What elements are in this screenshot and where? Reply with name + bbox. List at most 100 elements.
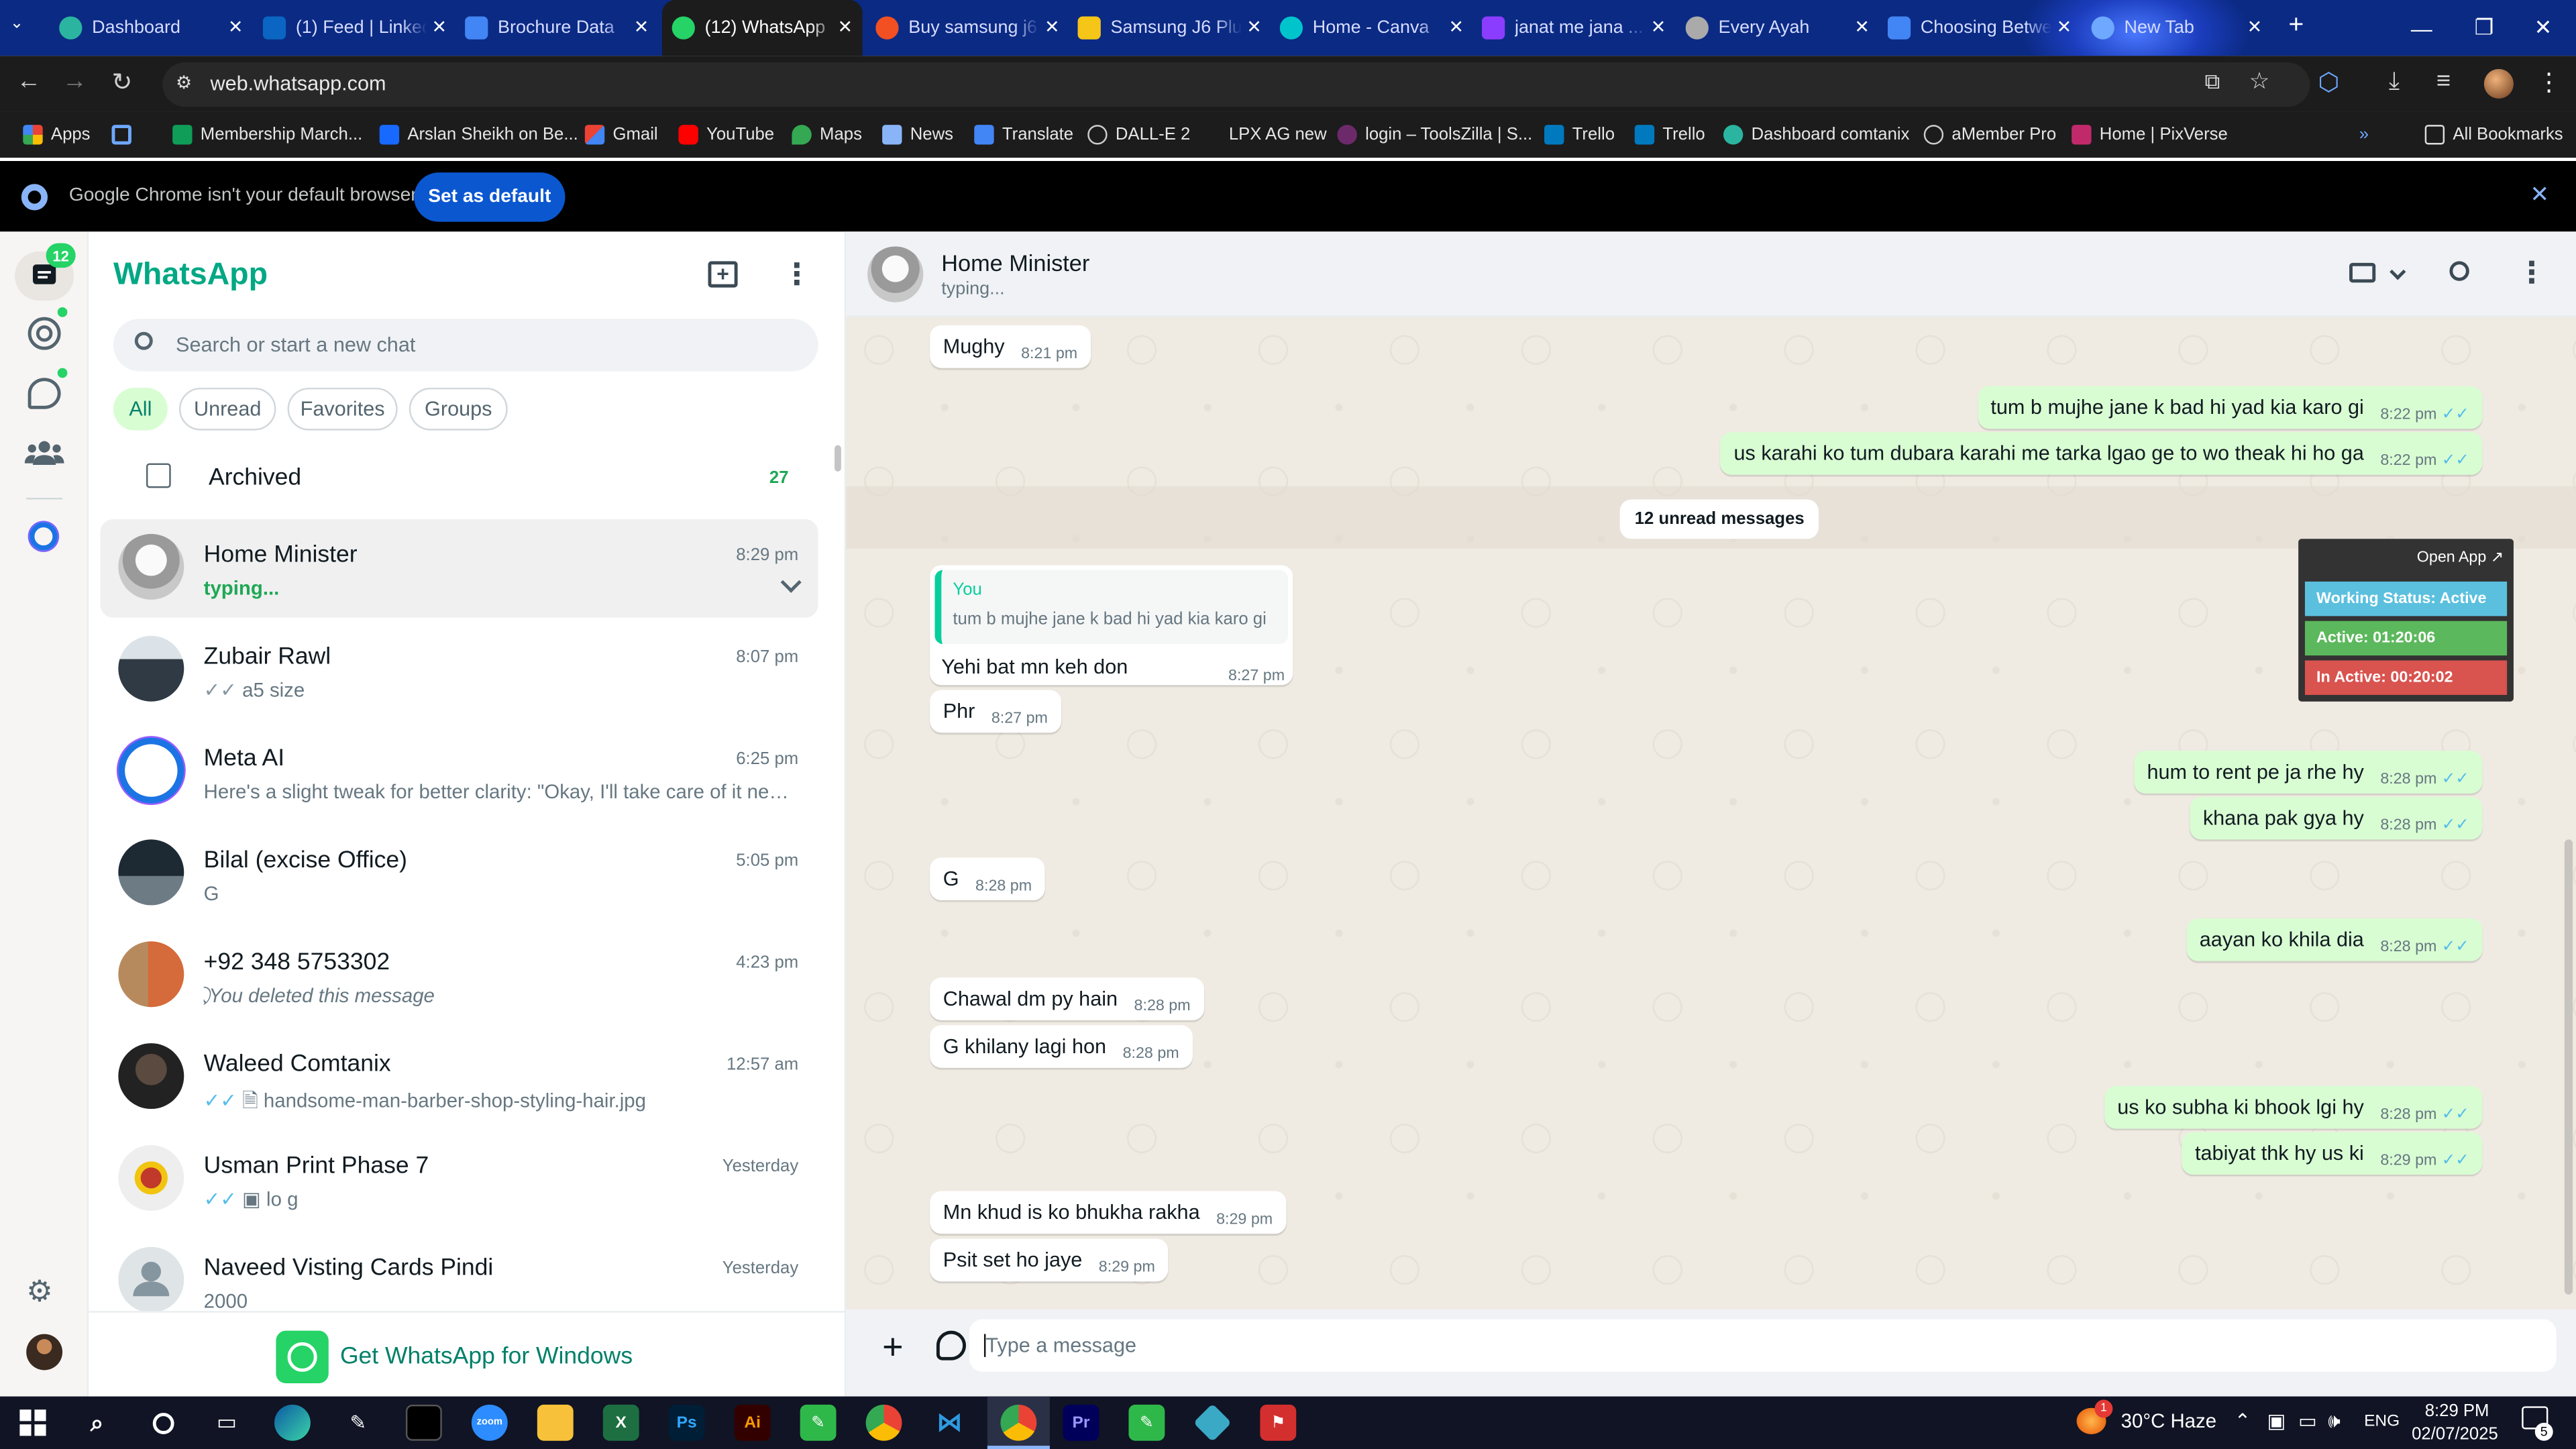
language-indicator[interactable]: ENG (2364, 1413, 2400, 1431)
tab-choosing[interactable]: Choosing Between✕ (1887, 0, 2082, 56)
bookmark-grid-icon[interactable] (111, 121, 140, 148)
sticker-emoji-icon[interactable] (936, 1330, 967, 1360)
bookmark-amember[interactable]: aMember Pro (1923, 121, 2056, 148)
message-outgoing[interactable]: hum to rent pe ja rhe hy 8:28 pm ✓✓ (2133, 751, 2483, 794)
close-tab-icon[interactable]: ✕ (634, 16, 649, 38)
restore-button[interactable]: ❐ (2451, 0, 2517, 56)
chat-item-home-minister[interactable]: Home Minister 8:29 pm typing... (100, 519, 818, 618)
close-tab-icon[interactable]: ✕ (1246, 16, 1262, 38)
tab-dashboard[interactable]: Dashboard ✕ (59, 0, 253, 56)
chat-scrollbar[interactable] (2564, 839, 2573, 1295)
illustrator-icon[interactable]: Ai (734, 1404, 771, 1441)
message-outgoing[interactable]: us karahi ko tum dubara karahi me tarka … (1720, 432, 2483, 475)
bookmark-news[interactable]: News (882, 121, 953, 148)
network-icon[interactable]: ▭ (2298, 1409, 2317, 1432)
pen-tool-icon[interactable]: ✎ (340, 1405, 376, 1441)
set-as-default-button[interactable]: Set as default (414, 172, 566, 222)
close-tab-icon[interactable]: ✕ (2057, 16, 2072, 38)
contact-avatar[interactable] (867, 246, 924, 303)
message-outgoing[interactable]: tabiyat thk hy us ki 8:29 pm ✓✓ (2182, 1132, 2483, 1175)
message-outgoing[interactable]: tum b mujhe jane k bad hi yad kia karo g… (1977, 386, 2483, 429)
reload-icon[interactable]: ↻ (112, 67, 133, 97)
chat-item-usman[interactable]: Usman Print Phase 7 Yesterday ✓✓ ▣ lo g (100, 1130, 818, 1229)
profile-avatar[interactable] (2483, 68, 2514, 99)
message-incoming[interactable]: Psit set ho jaye 8:29 pm (930, 1238, 1169, 1282)
tab-new-tab[interactable]: New Tab ✕ (2091, 0, 2272, 56)
acrobat-icon[interactable]: ⚑ (1260, 1404, 1297, 1441)
edge-icon[interactable] (274, 1404, 311, 1441)
bookmark-youtube[interactable]: YouTube (678, 121, 774, 148)
quoted-message[interactable]: You tum b mujhe jane k bad hi yad kia ka… (934, 570, 1289, 645)
message-outgoing[interactable]: aayan ko khila dia 8:28 pm ✓✓ (2186, 918, 2483, 961)
chat-item-waleed[interactable]: Waleed Comtanix 12:57 am ✓✓ 🗎 handsome-m… (100, 1028, 818, 1127)
close-tab-icon[interactable]: ✕ (1044, 16, 1060, 38)
chrome-icon[interactable] (865, 1404, 902, 1441)
message-outgoing[interactable]: khana pak gya hy 8:28 pm ✓✓ (2190, 796, 2483, 840)
install-app-icon[interactable]: ⧉ (2205, 69, 2220, 95)
green-app-icon[interactable]: ✎ (800, 1404, 837, 1441)
tab-buy-samsung[interactable]: Buy samsung j6 ✕ (875, 0, 1069, 56)
bookmark-translate[interactable]: Translate (974, 121, 1073, 148)
task-view-icon[interactable]: ▭ (209, 1405, 245, 1441)
bookmark-maps[interactable]: Maps (792, 121, 862, 148)
clock-time[interactable]: 8:29 PM (2425, 1401, 2489, 1421)
message-incoming[interactable]: Chawal dm py hain 8:28 pm (930, 977, 1204, 1020)
volume-icon[interactable]: 🕪 (2328, 1409, 2341, 1434)
file-explorer-icon[interactable] (537, 1404, 574, 1441)
bookmark-lpx[interactable]: LPX AG new (1201, 121, 1327, 148)
all-bookmarks[interactable]: All Bookmarks (2424, 121, 2563, 148)
open-app-link[interactable]: Open App ↗ (2417, 549, 2504, 567)
close-tab-icon[interactable]: ✕ (228, 16, 244, 38)
bookmark-membership[interactable]: Membership March... (172, 121, 362, 148)
bookmark-trello-2[interactable]: Trello (1634, 121, 1705, 148)
bookmark-toolszilla[interactable]: login – ToolsZilla | S... (1337, 121, 1532, 148)
message-outgoing[interactable]: us ko subha ki bhook lgi hy 8:28 pm ✓✓ (2104, 1085, 2483, 1129)
cortana-icon[interactable] (145, 1405, 181, 1441)
tray-chevron-icon[interactable]: ⌃ (2235, 1409, 2251, 1432)
get-app-bar[interactable]: Get WhatsApp for Windows (89, 1311, 845, 1397)
menu-dots-icon[interactable]: ⋮ (782, 258, 812, 292)
close-tab-icon[interactable]: ✕ (432, 16, 447, 38)
tab-samsung-j6[interactable]: Samsung J6 Plus ✕ (1077, 0, 1272, 56)
chat-menu-icon[interactable]: ⋮ (2517, 256, 2546, 290)
message-incoming[interactable]: G 8:28 pm (930, 857, 1045, 901)
weather-text[interactable]: 30°C Haze (2121, 1409, 2216, 1432)
site-info-icon[interactable]: ⚙ (176, 72, 199, 95)
tab-search-button[interactable]: ⌄ (10, 15, 24, 33)
tab-whatsapp[interactable]: (12) WhatsApp ✕ (661, 0, 863, 56)
close-tab-icon[interactable]: ✕ (1651, 16, 1666, 38)
chrome-menu-icon[interactable]: ⋮ (2536, 67, 2561, 97)
tab-brochure[interactable]: Brochure Data ✕ (465, 0, 659, 56)
video-call-icon[interactable] (2349, 262, 2376, 283)
attach-plus-icon[interactable]: + (882, 1326, 903, 1368)
close-tab-icon[interactable]: ✕ (2247, 16, 2263, 38)
message-input[interactable]: Type a message (969, 1319, 2557, 1372)
bookmark-star-icon[interactable]: ☆ (2249, 67, 2270, 95)
reply-message-bubble[interactable]: You tum b mujhe jane k bad hi yad kia ka… (930, 565, 1293, 686)
bookmark-pixverse[interactable]: Home | PixVerse (2072, 121, 2228, 148)
windows-start-icon[interactable] (19, 1409, 46, 1436)
forward-icon[interactable]: → (62, 67, 87, 95)
clock-date[interactable]: 02/07/2025 (2412, 1424, 2498, 1444)
profile-avatar-rail[interactable] (26, 1334, 63, 1371)
archived-row[interactable]: Archived 27 (100, 450, 818, 506)
photoshop-icon[interactable]: Ps (668, 1404, 705, 1441)
bookmark-apps[interactable]: Apps (23, 121, 91, 148)
premiere-icon[interactable]: Pr (1063, 1404, 1099, 1441)
download-icon[interactable]: ⤓ (2389, 67, 2400, 95)
bookmark-trello-1[interactable]: Trello (1544, 121, 1615, 148)
message-incoming[interactable]: Phr 8:27 pm (930, 690, 1061, 733)
chrome-profile-icon[interactable] (1000, 1404, 1037, 1441)
chat-item-zubair[interactable]: Zubair Rawl 8:07 pm ✓✓ a5 size (100, 621, 818, 720)
bookmark-gmail[interactable]: Gmail (584, 121, 658, 148)
settings-gear-icon[interactable]: ⚙ (26, 1275, 53, 1309)
terminal-icon[interactable] (405, 1404, 442, 1441)
tray-app-icon[interactable]: ▣ (2267, 1409, 2286, 1432)
infobar-close-icon[interactable]: ✕ (2530, 180, 2549, 209)
search-icon[interactable] (2449, 261, 2469, 281)
bookmark-dalle[interactable]: DALL-E 2 (1087, 121, 1190, 148)
message-incoming[interactable]: Mn khud is ko bhukha rakha 8:29 pm (930, 1191, 1286, 1234)
filter-chip-favorites[interactable]: Favorites (287, 387, 398, 431)
contact-name[interactable]: Home Minister (941, 250, 1089, 276)
close-window-button[interactable]: ✕ (2510, 0, 2576, 56)
